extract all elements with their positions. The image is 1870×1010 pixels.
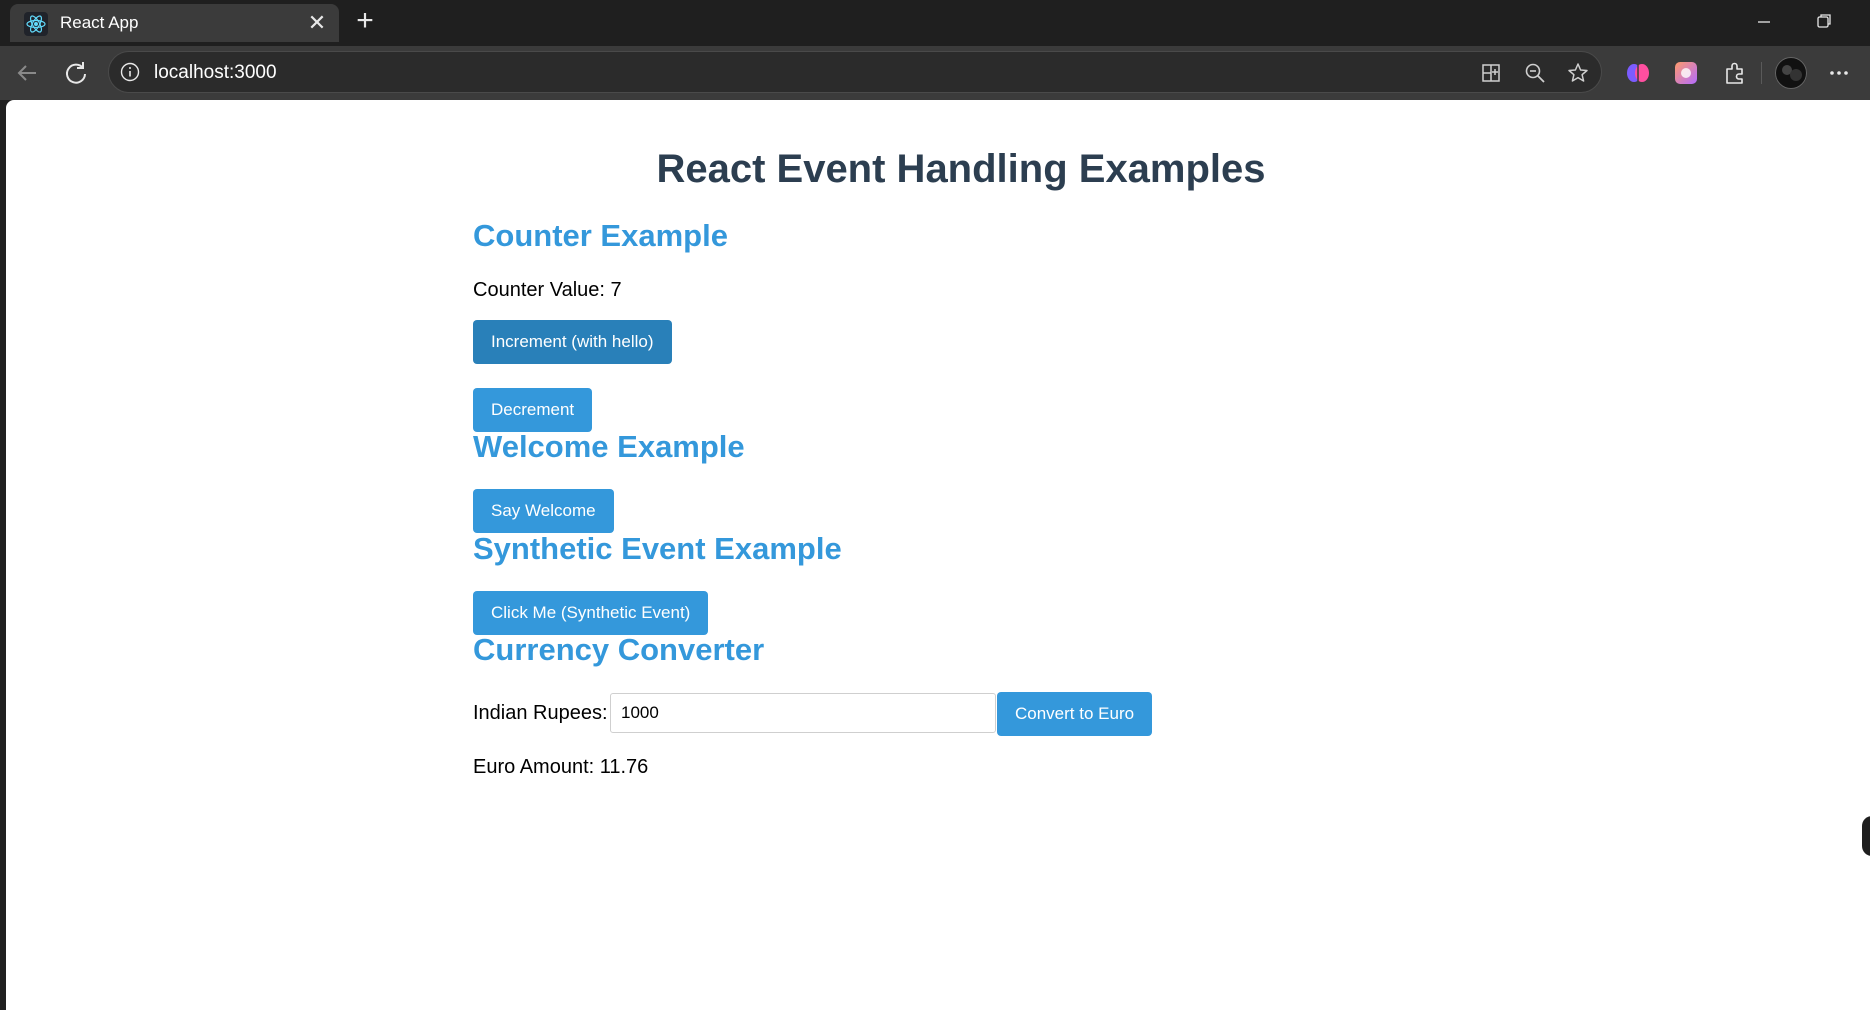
profile-avatar[interactable] xyxy=(1774,56,1808,90)
rupees-label: Indian Rupees: xyxy=(473,702,608,724)
new-tab-icon[interactable]: + xyxy=(350,6,380,37)
tab-title: React App xyxy=(60,13,139,32)
more-menu-icon[interactable] xyxy=(1825,59,1853,87)
extensions-puzzle-icon[interactable] xyxy=(1721,59,1749,87)
minimize-window-icon[interactable] xyxy=(1752,8,1776,36)
browser-tab[interactable]: React App ✕ xyxy=(10,4,339,42)
toolbar-divider xyxy=(1761,62,1762,84)
zoom-out-icon[interactable] xyxy=(1523,61,1547,85)
favorite-star-icon[interactable] xyxy=(1566,61,1590,85)
synthetic-event-heading: Synthetic Event Example xyxy=(473,531,842,566)
say-welcome-button[interactable]: Say Welcome xyxy=(473,489,614,533)
back-arrow-icon[interactable] xyxy=(12,58,42,88)
url-text: localhost:3000 xyxy=(154,62,277,83)
euro-amount: Euro Amount: 11.76 xyxy=(473,756,649,778)
counter-value: Counter Value: 7 xyxy=(473,279,622,301)
site-info-icon[interactable] xyxy=(119,61,141,83)
page-viewport: React Event Handling Examples Counter Ex… xyxy=(6,100,1870,1010)
rupees-input[interactable] xyxy=(610,693,996,733)
welcome-heading: Welcome Example xyxy=(473,429,745,464)
browser-tab-bar: React App ✕ + xyxy=(0,0,1870,46)
page-title: React Event Handling Examples xyxy=(656,147,1266,191)
synthetic-event-button[interactable]: Click Me (Synthetic Event) xyxy=(473,591,709,635)
currency-converter-heading: Currency Converter xyxy=(473,632,765,667)
convert-to-euro-button[interactable]: Convert to Euro xyxy=(997,692,1153,736)
decrement-button[interactable]: Decrement xyxy=(473,388,593,432)
increment-button[interactable]: Increment (with hello) xyxy=(473,320,672,364)
close-tab-icon[interactable]: ✕ xyxy=(307,12,327,34)
side-panel-handle[interactable] xyxy=(1862,816,1870,856)
counter-heading: Counter Example xyxy=(473,218,728,253)
browser-toolbar: localhost:3000 xyxy=(0,46,1870,100)
restore-window-icon[interactable] xyxy=(1812,8,1836,36)
brain-extension-icon[interactable] xyxy=(1624,59,1652,87)
gradient-extension-icon[interactable] xyxy=(1672,59,1700,87)
refresh-icon[interactable] xyxy=(61,58,91,88)
app-available-icon[interactable] xyxy=(1479,61,1503,85)
address-bar[interactable]: localhost:3000 xyxy=(108,51,1602,93)
react-logo-icon xyxy=(24,12,48,36)
